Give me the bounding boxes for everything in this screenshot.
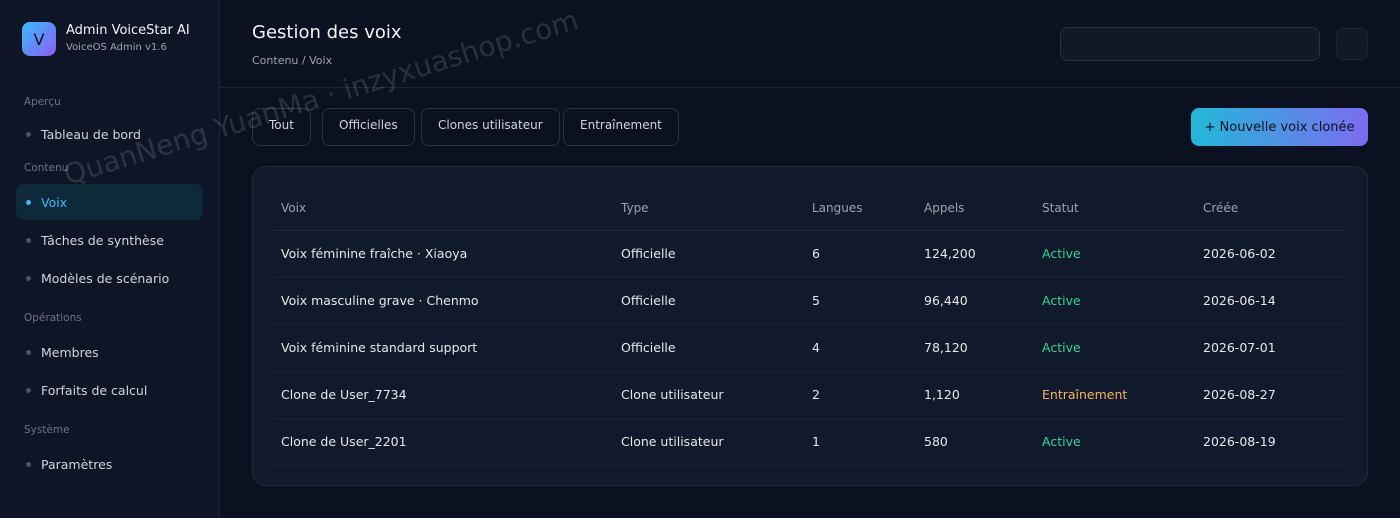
cell-type: Officielle [613,324,804,372]
cell-voice-name: Clone de User_2201 [273,418,613,466]
brand-logo: V [22,22,56,56]
bullet-icon [26,237,31,243]
cell-languages: 5 [804,277,916,325]
status-badge: Active [1034,277,1195,325]
sidebar-item-taches-de-synthese[interactable]: Tâches de synthèse [16,222,203,258]
cell-languages: 6 [804,230,916,278]
nav-section-apercu: Aperçu [24,96,61,108]
sidebar-item-forfaits-de-calcul[interactable]: Forfaits de calcul [16,372,203,408]
new-cloned-voice-button[interactable]: + Nouvelle voix clonée [1191,108,1368,146]
cell-created: 2026-08-19 [1195,418,1347,466]
sidebar-item-label: Paramètres [41,456,113,472]
cell-voice-name: Voix masculine grave · Chenmo [273,277,613,325]
cell-type: Officielle [613,230,804,278]
cell-type: Clone utilisateur [613,371,804,419]
nav-section-systeme: Système [24,424,70,436]
column-header-voix[interactable]: Voix [273,187,613,231]
search-input[interactable] [1060,27,1320,61]
status-badge: Entraînement [1034,371,1195,419]
bullet-icon [26,349,31,355]
cell-languages: 4 [804,324,916,372]
sidebar-item-label: Voix [41,194,68,210]
bullet-icon [26,131,31,137]
table-header-row: Voix Type Langues Appels Statut Créée [273,187,1347,231]
column-header-type[interactable]: Type [613,187,804,231]
sidebar-item-tableau-de-bord[interactable]: Tableau de bord [16,116,203,152]
main-content: Gestion des voix Contenu / Voix Tout Off… [220,0,1400,518]
filter-toolbar: Tout Officielles Clones utilisateur Entr… [220,88,1400,166]
sidebar-item-label: Membres [41,344,99,360]
nav-section-contenu: Contenu [24,162,69,174]
voices-table: Voix Type Langues Appels Statut Créée Vo… [273,187,1347,466]
brand-subtitle: VoiceOS Admin v1.6 [66,42,167,53]
sidebar-item-label: Forfaits de calcul [41,382,148,398]
filter-tout[interactable]: Tout [252,108,311,146]
sidebar-item-parametres[interactable]: Paramètres [16,446,203,482]
cell-languages: 2 [804,371,916,419]
column-header-langues[interactable]: Langues [804,187,916,231]
app-root: V Admin VoiceStar AI VoiceOS Admin v1.6 … [0,0,1400,518]
sidebar-item-label: Modèles de scénario [41,270,170,286]
cell-calls: 580 [916,418,1034,466]
nav-section-operations: Opérations [24,312,82,324]
status-badge: Active [1034,324,1195,372]
cell-calls: 124,200 [916,230,1034,278]
cell-calls: 1,120 [916,371,1034,419]
table-row[interactable]: Voix masculine grave · Chenmo Officielle… [273,277,1347,325]
status-badge: Active [1034,418,1195,466]
table-row[interactable]: Clone de User_2201 Clone utilisateur 1 5… [273,418,1347,466]
brand-text: Admin VoiceStar AI VoiceOS Admin v1.6 [66,22,190,56]
table-row[interactable]: Voix féminine fraîche · Xiaoya Officiell… [273,230,1347,278]
cell-voice-name: Clone de User_7734 [273,371,613,419]
cell-created: 2026-06-14 [1195,277,1347,325]
bullet-icon [26,387,31,393]
sidebar: V Admin VoiceStar AI VoiceOS Admin v1.6 … [0,0,220,518]
filter-entrainement[interactable]: Entraînement [563,108,679,146]
cell-voice-name: Voix féminine standard support [273,324,613,372]
header-icon-button[interactable] [1336,28,1368,60]
column-header-appels[interactable]: Appels [916,187,1034,231]
status-badge: Active [1034,230,1195,278]
table-row[interactable]: Voix féminine standard support Officiell… [273,324,1347,372]
sidebar-item-label: Tâches de synthèse [41,232,164,248]
filter-officielles[interactable]: Officielles [322,108,415,146]
column-header-statut[interactable]: Statut [1034,187,1195,231]
sidebar-item-voix[interactable]: Voix [16,184,203,220]
cell-calls: 78,120 [916,324,1034,372]
cell-languages: 1 [804,418,916,466]
cell-created: 2026-07-01 [1195,324,1347,372]
bullet-icon [26,461,31,467]
filter-clones-utilisateur[interactable]: Clones utilisateur [421,108,560,146]
cell-created: 2026-06-02 [1195,230,1347,278]
table-row[interactable]: Clone de User_7734 Clone utilisateur 2 1… [273,371,1347,419]
cell-type: Officielle [613,277,804,325]
cell-voice-name: Voix féminine fraîche · Xiaoya [273,230,613,278]
sidebar-item-label: Tableau de bord [41,126,141,142]
brand-title: Admin VoiceStar AI [66,23,190,38]
column-header-creee[interactable]: Créée [1195,187,1347,231]
sidebar-item-modeles-de-scenario[interactable]: Modèles de scénario [16,260,203,296]
voices-table-card: Voix Type Langues Appels Statut Créée Vo… [252,166,1368,486]
cell-calls: 96,440 [916,277,1034,325]
cell-type: Clone utilisateur [613,418,804,466]
cell-created: 2026-08-27 [1195,371,1347,419]
bullet-icon [26,199,31,205]
sidebar-item-membres[interactable]: Membres [16,334,203,370]
bullet-icon [26,275,31,281]
brand: V Admin VoiceStar AI VoiceOS Admin v1.6 [16,0,203,78]
page-header: Gestion des voix Contenu / Voix [220,0,1400,88]
